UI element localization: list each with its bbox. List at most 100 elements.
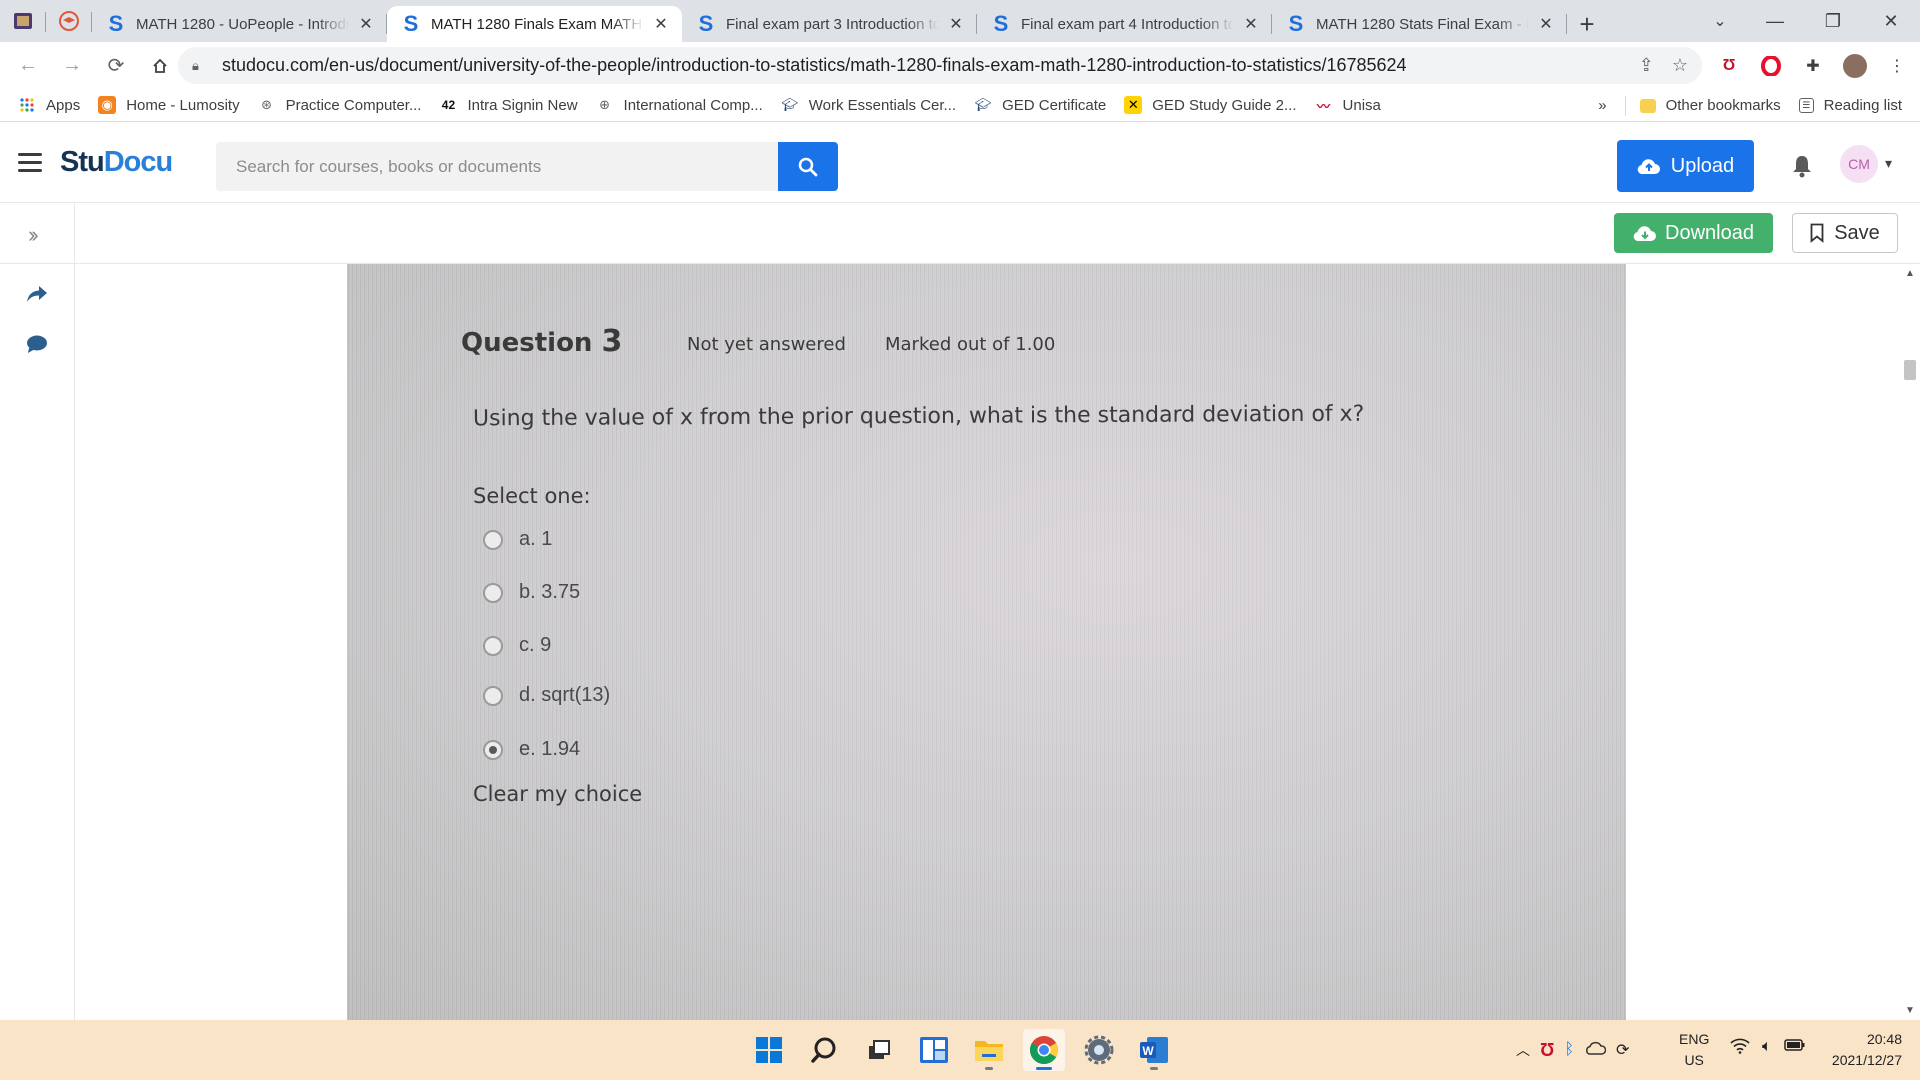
- share-icon[interactable]: ⇪: [1639, 55, 1654, 76]
- task-view-icon[interactable]: [858, 1029, 900, 1071]
- lock-icon: 🔒︎: [192, 57, 199, 73]
- option-b: b. 3.75: [483, 581, 580, 604]
- user-avatar[interactable]: CM: [1840, 145, 1878, 183]
- show-hidden-icons-chevron-icon[interactable]: ︿: [1516, 1040, 1530, 1060]
- running-indicator: [1036, 1067, 1052, 1070]
- bookmark-unisa[interactable]: 〰 Unisa: [1315, 96, 1381, 114]
- window-controls: — ❐ ✕: [1746, 0, 1920, 42]
- option-a: a. 1: [483, 528, 552, 551]
- quick-settings[interactable]: 🔈︎: [1730, 1038, 1806, 1059]
- bookmark-apps[interactable]: Apps: [18, 96, 80, 114]
- close-tab-icon[interactable]: ✕: [357, 14, 375, 34]
- bookmark-label: Work Essentials Cer...: [808, 96, 957, 114]
- clear-choice-link: Clear my choice: [473, 782, 643, 806]
- profile-avatar-icon[interactable]: [1842, 53, 1868, 79]
- tab-1[interactable]: S MATH 1280 - UoPeople - Introduction to…: [92, 6, 387, 42]
- tab-2-active[interactable]: S MATH 1280 Finals Exam MATH 1280 ✕: [387, 6, 682, 42]
- bookmark-international-comp[interactable]: ⊕ International Comp...: [596, 96, 763, 114]
- word-icon[interactable]: W: [1133, 1029, 1175, 1071]
- scroll-up-arrow-icon[interactable]: ▲: [1905, 268, 1915, 279]
- tab-4[interactable]: S Final exam part 4 Introduction to Stat…: [977, 6, 1272, 42]
- save-button[interactable]: Save: [1792, 213, 1898, 253]
- studocu-favicon-icon: S: [698, 11, 714, 36]
- apps-grid-icon: [18, 96, 36, 114]
- upload-button[interactable]: Upload: [1617, 140, 1754, 192]
- start-windows-icon[interactable]: [748, 1029, 790, 1071]
- tab-5[interactable]: S MATH 1280 Stats Final Exam - Introduct…: [1272, 6, 1567, 42]
- tab-3[interactable]: S Final exam part 3 Introduction to Stat…: [682, 6, 977, 42]
- bookmark-divider: [1624, 95, 1626, 116]
- wifi-icon: [1730, 1038, 1750, 1059]
- new-tab-button[interactable]: +: [1567, 6, 1607, 42]
- search-input[interactable]: Search for courses, books or documents: [216, 142, 778, 191]
- question-status: Not yet answered: [687, 334, 846, 355]
- search-icon[interactable]: [803, 1029, 845, 1071]
- tab-title: Final exam part 3 Introduction to Statis…: [726, 15, 939, 33]
- forward-arrow-icon[interactable]: →: [52, 46, 92, 86]
- tab-title: Final exam part 4 Introduction to Statis…: [1021, 15, 1234, 33]
- chrome-icon[interactable]: [1023, 1029, 1065, 1071]
- bookmarks-overflow-icon[interactable]: »: [1598, 97, 1606, 114]
- reading-list-label: Reading list: [1823, 97, 1902, 114]
- expand-sidebar-icon[interactable]: ››: [28, 222, 38, 248]
- graduation-cap-icon: [59, 11, 79, 31]
- mcafee-tray-icon[interactable]: Ʊ: [1540, 1040, 1554, 1061]
- minimize-button[interactable]: —: [1746, 0, 1804, 42]
- tab-search-chevron-icon[interactable]: ⌄: [1700, 0, 1740, 42]
- document-page-photo: Question 3 Not yet answered Marked out o…: [347, 264, 1626, 1020]
- bookmark-star-icon[interactable]: ☆: [1672, 55, 1688, 76]
- system-clock[interactable]: 20:48 2021/12/27: [1832, 1029, 1902, 1071]
- search-button[interactable]: [778, 142, 838, 191]
- restore-button[interactable]: ❐: [1804, 0, 1862, 42]
- close-tab-icon[interactable]: ✕: [1242, 14, 1260, 34]
- extensions-puzzle-icon[interactable]: ✚: [1800, 53, 1826, 79]
- pinned-app-icon: [14, 13, 32, 29]
- address-bar[interactable]: 🔒︎ studocu.com/en-us/document/university…: [178, 47, 1702, 84]
- close-tab-icon[interactable]: ✕: [1537, 14, 1555, 34]
- download-button[interactable]: Download: [1614, 213, 1773, 253]
- chrome-menu-icon[interactable]: ⋮: [1884, 53, 1910, 79]
- viewer-scrollbar[interactable]: ▲ ▼: [1900, 264, 1920, 1020]
- home-icon[interactable]: [140, 46, 180, 86]
- scroll-down-arrow-icon[interactable]: ▼: [1905, 1005, 1915, 1016]
- comment-icon[interactable]: [26, 334, 48, 360]
- account-chevron-down-icon[interactable]: ▾: [1885, 155, 1892, 172]
- pinned-tab-1[interactable]: [0, 0, 46, 42]
- reading-list[interactable]: ☰ Reading list: [1798, 97, 1902, 114]
- bookmark-label: Unisa: [1342, 96, 1381, 114]
- close-tab-icon[interactable]: ✕: [947, 14, 965, 34]
- bookmark-ged-study-guide[interactable]: ✕ GED Study Guide 2...: [1124, 96, 1297, 114]
- notification-bell-icon[interactable]: [1791, 154, 1815, 180]
- scrollbar-thumb[interactable]: [1904, 360, 1916, 380]
- bookmark-work-essentials[interactable]: 🎓︎ Work Essentials Cer...: [781, 96, 957, 114]
- settings-gear-icon[interactable]: [1078, 1029, 1120, 1071]
- opera-extension-icon[interactable]: [1758, 53, 1784, 79]
- bookmark-intra-signin[interactable]: 42 Intra Signin New: [439, 96, 578, 114]
- save-label: Save: [1834, 221, 1880, 244]
- reload-icon[interactable]: ⟳: [96, 46, 136, 86]
- url-text: studocu.com/en-us/document/university-of…: [222, 55, 1407, 75]
- browser-toolbar: ← → ⟳ 🔒︎ studocu.com/en-us/document/univ…: [0, 42, 1920, 89]
- radio-button: [483, 685, 503, 706]
- close-tab-icon[interactable]: ✕: [652, 14, 670, 34]
- bluetooth-icon[interactable]: ᛒ: [1564, 1041, 1574, 1059]
- pinned-tab-2[interactable]: [46, 0, 92, 42]
- bookmark-ged-certificate[interactable]: 🎓︎ GED Certificate: [974, 96, 1106, 114]
- bookmark-practice-computer[interactable]: ⊛ Practice Computer...: [258, 96, 422, 114]
- mcafee-extension-icon[interactable]: Ʊ: [1716, 53, 1742, 79]
- system-tray: ︿ Ʊ ᛒ ⟳: [1516, 1020, 1629, 1080]
- other-bookmarks[interactable]: Other bookmarks: [1639, 97, 1781, 114]
- file-explorer-icon[interactable]: [968, 1029, 1010, 1071]
- close-window-button[interactable]: ✕: [1862, 0, 1920, 42]
- bookmark-label: Practice Computer...: [285, 96, 422, 114]
- back-arrow-icon[interactable]: ←: [8, 46, 48, 86]
- studocu-logo[interactable]: StuDocu: [60, 146, 173, 179]
- bookmark-label: Intra Signin New: [467, 96, 578, 114]
- onedrive-cloud-icon[interactable]: [1584, 1041, 1607, 1059]
- widgets-icon[interactable]: [913, 1029, 955, 1071]
- bookmark-lumosity[interactable]: ◉ Home - Lumosity: [98, 96, 240, 114]
- input-language[interactable]: ENG US: [1679, 1029, 1709, 1071]
- share-arrow-icon[interactable]: [26, 284, 48, 310]
- hamburger-menu-icon[interactable]: [18, 153, 42, 177]
- sync-icon[interactable]: ⟳: [1616, 1040, 1629, 1060]
